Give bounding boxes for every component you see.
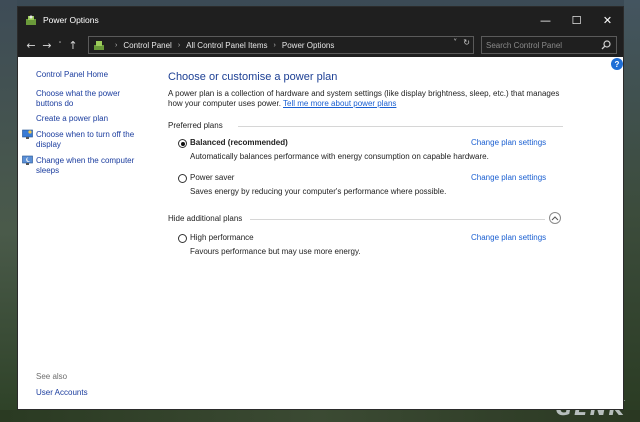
chevron-up-icon bbox=[551, 216, 559, 221]
breadcrumb-separator-icon: › bbox=[273, 41, 276, 49]
address-bar[interactable]: › Control Panel › All Control Panel Item… bbox=[88, 36, 474, 54]
desktop-wallpaper-right bbox=[624, 0, 640, 422]
minimize-button[interactable]: — bbox=[530, 7, 561, 33]
maximize-button[interactable]: ☐ bbox=[561, 7, 592, 33]
plan-description: Favours performance but may use more ene… bbox=[190, 247, 361, 256]
page-title: Choose or customise a power plan bbox=[168, 71, 338, 83]
power-options-icon bbox=[26, 15, 36, 25]
address-dropdown-icon[interactable]: ˅ bbox=[453, 38, 457, 47]
main-pane: Choose or customise a power plan A power… bbox=[168, 57, 623, 409]
sleep-icon bbox=[22, 155, 33, 165]
power-saver-radio[interactable] bbox=[178, 174, 187, 183]
power-buttons-link[interactable]: Choose what the power buttons do bbox=[36, 89, 146, 109]
monitor-icon bbox=[22, 129, 33, 139]
desktop-wallpaper-left bbox=[0, 0, 17, 422]
control-panel-home-link[interactable]: Control Panel Home bbox=[36, 70, 108, 79]
change-high-performance-settings-link[interactable]: Change plan settings bbox=[471, 233, 546, 242]
computer-sleeps-link[interactable]: Change when the computer sleeps bbox=[36, 156, 146, 176]
change-balanced-settings-link[interactable]: Change plan settings bbox=[471, 138, 546, 147]
power-plans-help-link[interactable]: Tell me more about power plans bbox=[283, 99, 396, 108]
breadcrumb-power-options[interactable]: Power Options bbox=[282, 41, 334, 50]
high-performance-radio[interactable] bbox=[178, 234, 187, 243]
balanced-radio[interactable] bbox=[178, 139, 187, 148]
back-arrow-icon[interactable]: ← bbox=[23, 36, 39, 54]
refresh-icon[interactable]: ↻ bbox=[463, 38, 470, 47]
forward-arrow-icon[interactable]: → bbox=[39, 36, 55, 54]
search-icon[interactable] bbox=[600, 39, 612, 51]
content-area: Control Panel Home Choose what the power… bbox=[18, 57, 623, 409]
left-pane: Control Panel Home Choose what the power… bbox=[18, 57, 156, 409]
plan-name[interactable]: Power saver bbox=[190, 173, 234, 182]
user-accounts-link[interactable]: User Accounts bbox=[36, 388, 88, 397]
plan-name[interactable]: High performance bbox=[190, 233, 254, 242]
search-placeholder: Search Control Panel bbox=[486, 40, 563, 50]
breadcrumb-control-panel[interactable]: Control Panel bbox=[123, 41, 171, 50]
plan-description: Saves energy by reducing your computer's… bbox=[190, 187, 447, 196]
create-power-plan-link[interactable]: Create a power plan bbox=[36, 114, 146, 124]
control-panel-icon bbox=[94, 41, 104, 50]
additional-plans-divider bbox=[250, 219, 545, 220]
power-options-window: Power Options — ☐ ✕ ← → ˅ ↑ › Control Pa… bbox=[17, 6, 624, 410]
breadcrumb-all-items[interactable]: All Control Panel Items bbox=[186, 41, 267, 50]
title-bar[interactable]: Power Options — ☐ ✕ bbox=[18, 7, 623, 33]
window-title: Power Options bbox=[43, 15, 99, 25]
navigation-bar: ← → ˅ ↑ › Control Panel › All Control Pa… bbox=[18, 33, 623, 57]
turn-off-display-link[interactable]: Choose when to turn off the display bbox=[36, 130, 146, 150]
breadcrumb-separator-icon: › bbox=[115, 41, 118, 49]
close-button[interactable]: ✕ bbox=[592, 7, 623, 33]
plan-name[interactable]: Balanced (recommended) bbox=[190, 138, 288, 147]
hide-additional-plans-label[interactable]: Hide additional plans bbox=[168, 214, 242, 223]
breadcrumb-separator-icon: › bbox=[177, 41, 181, 49]
recent-locations-chevron-icon[interactable]: ˅ bbox=[55, 36, 65, 54]
up-arrow-icon[interactable]: ↑ bbox=[65, 36, 81, 54]
preferred-plans-divider bbox=[238, 126, 563, 127]
intro-text: A power plan is a collection of hardware… bbox=[168, 89, 568, 109]
plan-description: Automatically balances performance with … bbox=[190, 152, 489, 161]
change-power-saver-settings-link[interactable]: Change plan settings bbox=[471, 173, 546, 182]
preferred-plans-label: Preferred plans bbox=[168, 121, 223, 130]
see-also-label: See also bbox=[36, 372, 68, 381]
collapse-chevron-icon[interactable] bbox=[549, 212, 561, 224]
search-input[interactable]: Search Control Panel bbox=[481, 36, 617, 54]
desktop-wallpaper-bottom bbox=[0, 410, 640, 422]
